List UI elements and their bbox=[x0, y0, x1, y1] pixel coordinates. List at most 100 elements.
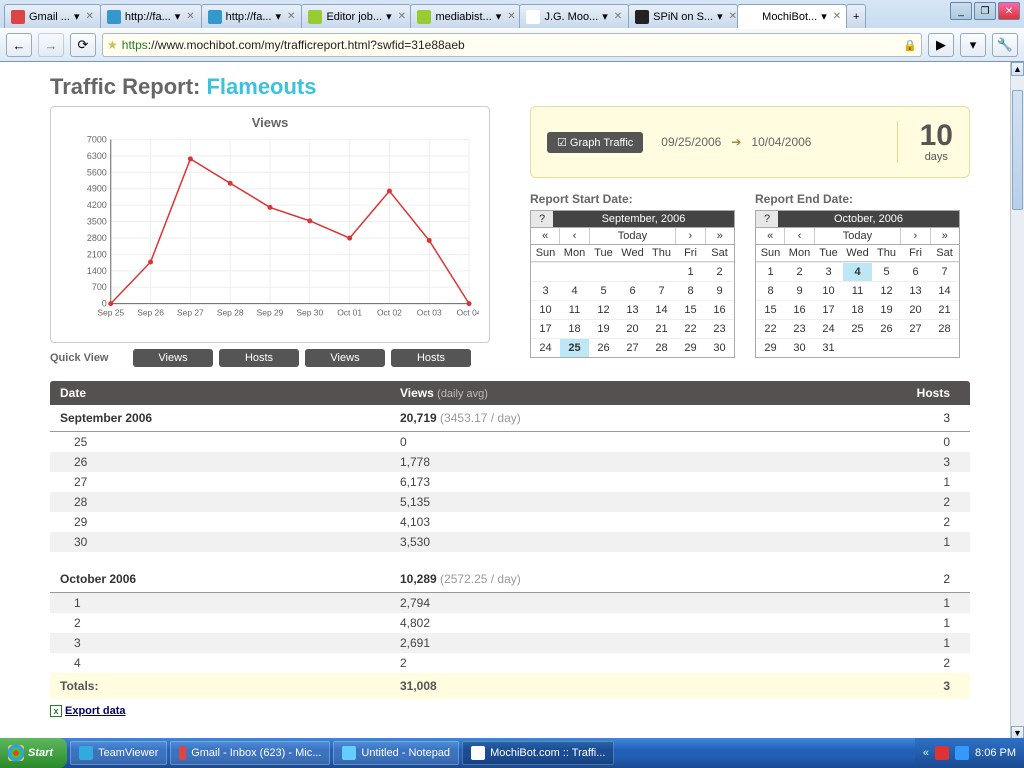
calendar-day[interactable]: 2 bbox=[705, 262, 734, 281]
calendar-day[interactable]: 6 bbox=[901, 262, 930, 281]
cal-help-button[interactable]: ? bbox=[531, 211, 553, 227]
tray-expand-icon[interactable]: « bbox=[923, 747, 929, 759]
cal-prev-month[interactable]: ‹ bbox=[559, 228, 588, 244]
browser-tab[interactable]: SPiN on S...▾✕ bbox=[628, 4, 738, 28]
calendar-end[interactable]: ?October, 2006«‹Today›»SunMonTueWedThuFr… bbox=[755, 210, 960, 358]
cal-help-button[interactable]: ? bbox=[756, 211, 778, 227]
calendar-day[interactable]: 17 bbox=[531, 319, 560, 338]
quickview-button[interactable]: Views bbox=[305, 349, 385, 367]
calendar-day[interactable]: 25 bbox=[560, 338, 589, 357]
calendar-day[interactable]: 20 bbox=[901, 300, 930, 319]
quickview-button[interactable]: Views bbox=[133, 349, 213, 367]
calendar-day[interactable]: 18 bbox=[843, 300, 872, 319]
calendar-day[interactable]: 28 bbox=[930, 319, 959, 338]
calendar-day[interactable]: 22 bbox=[676, 319, 705, 338]
calendar-day[interactable]: 28 bbox=[647, 338, 676, 357]
calendar-day[interactable]: 7 bbox=[647, 281, 676, 300]
calendar-day[interactable] bbox=[872, 338, 901, 357]
close-tab-icon[interactable]: ✕ bbox=[398, 11, 406, 22]
cal-prev-year[interactable]: « bbox=[531, 228, 559, 244]
calendar-day[interactable]: 16 bbox=[705, 300, 734, 319]
cal-today-button[interactable]: Today bbox=[814, 228, 900, 244]
cal-today-button[interactable]: Today bbox=[589, 228, 675, 244]
calendar-day[interactable] bbox=[589, 262, 618, 281]
calendar-day[interactable]: 26 bbox=[872, 319, 901, 338]
taskbar-item[interactable]: Gmail - Inbox (623) - Mic... bbox=[170, 741, 330, 765]
scroll-thumb[interactable] bbox=[1012, 90, 1023, 210]
page-menu-button[interactable]: ▾ bbox=[960, 33, 986, 57]
close-tab-icon[interactable]: ✕ bbox=[614, 11, 622, 22]
calendar-day[interactable]: 23 bbox=[785, 319, 814, 338]
calendar-day[interactable]: 9 bbox=[785, 281, 814, 300]
cal-next-month[interactable]: › bbox=[900, 228, 929, 244]
taskbar-item[interactable]: MochiBot.com :: Traffi... bbox=[462, 741, 614, 765]
calendar-day[interactable]: 4 bbox=[843, 262, 872, 281]
browser-tab[interactable]: Editor job...▾✕ bbox=[301, 4, 411, 28]
calendar-day[interactable]: 14 bbox=[930, 281, 959, 300]
calendar-day[interactable]: 15 bbox=[676, 300, 705, 319]
close-tab-icon[interactable]: ✕ bbox=[729, 11, 737, 22]
calendar-day[interactable]: 2 bbox=[785, 262, 814, 281]
calendar-day[interactable]: 31 bbox=[814, 338, 843, 357]
calendar-day[interactable] bbox=[901, 338, 930, 357]
calendar-day[interactable]: 19 bbox=[589, 319, 618, 338]
calendar-day[interactable]: 10 bbox=[531, 300, 560, 319]
close-tab-icon[interactable]: ✕ bbox=[85, 11, 93, 22]
cal-prev-year[interactable]: « bbox=[756, 228, 784, 244]
calendar-day[interactable]: 30 bbox=[705, 338, 734, 357]
calendar-day[interactable]: 3 bbox=[814, 262, 843, 281]
calendar-day[interactable]: 27 bbox=[618, 338, 647, 357]
cal-next-year[interactable]: » bbox=[705, 228, 734, 244]
calendar-day[interactable]: 12 bbox=[872, 281, 901, 300]
calendar-day[interactable]: 26 bbox=[589, 338, 618, 357]
calendar-day[interactable]: 8 bbox=[756, 281, 785, 300]
taskbar-item[interactable]: TeamViewer bbox=[70, 741, 167, 765]
forward-button[interactable]: → bbox=[38, 33, 64, 57]
calendar-day[interactable]: 5 bbox=[872, 262, 901, 281]
go-button[interactable]: ▶ bbox=[928, 33, 954, 57]
close-tab-icon[interactable]: ✕ bbox=[287, 11, 295, 22]
new-tab-button[interactable]: + bbox=[846, 4, 866, 28]
calendar-day[interactable]: 21 bbox=[930, 300, 959, 319]
calendar-day[interactable]: 29 bbox=[676, 338, 705, 357]
calendar-day[interactable]: 13 bbox=[618, 300, 647, 319]
close-tab-icon[interactable]: ✕ bbox=[186, 11, 194, 22]
calendar-day[interactable]: 14 bbox=[647, 300, 676, 319]
tools-button[interactable]: 🔧 bbox=[992, 33, 1018, 57]
export-data-link[interactable]: Export data bbox=[65, 705, 126, 717]
window-maximize-button[interactable]: ❐ bbox=[974, 2, 996, 20]
calendar-day[interactable]: 19 bbox=[872, 300, 901, 319]
start-button[interactable]: Start bbox=[0, 738, 67, 768]
browser-tab[interactable]: http://fa...▾✕ bbox=[201, 4, 303, 28]
calendar-day[interactable]: 5 bbox=[589, 281, 618, 300]
reload-button[interactable]: ⟳ bbox=[70, 33, 96, 57]
tray-icon[interactable] bbox=[935, 746, 949, 760]
graph-traffic-button[interactable]: ☑ Graph Traffic bbox=[547, 132, 643, 153]
calendar-day[interactable]: 9 bbox=[705, 281, 734, 300]
close-tab-icon[interactable]: ✕ bbox=[507, 11, 515, 22]
calendar-day[interactable]: 1 bbox=[676, 262, 705, 281]
tray-icon[interactable] bbox=[955, 746, 969, 760]
calendar-day[interactable]: 12 bbox=[589, 300, 618, 319]
close-tab-icon[interactable]: ✕ bbox=[833, 11, 841, 22]
calendar-day[interactable]: 3 bbox=[531, 281, 560, 300]
calendar-day[interactable]: 8 bbox=[676, 281, 705, 300]
calendar-day[interactable]: 27 bbox=[901, 319, 930, 338]
calendar-day[interactable]: 15 bbox=[756, 300, 785, 319]
calendar-start[interactable]: ?September, 2006«‹Today›»SunMonTueWedThu… bbox=[530, 210, 735, 358]
vertical-scrollbar[interactable]: ▲ ▼ bbox=[1010, 62, 1024, 740]
calendar-day[interactable]: 25 bbox=[843, 319, 872, 338]
calendar-day[interactable]: 21 bbox=[647, 319, 676, 338]
browser-tab[interactable]: J.G. Moo...▾✕ bbox=[519, 4, 629, 28]
calendar-day[interactable]: 11 bbox=[843, 281, 872, 300]
calendar-day[interactable]: 13 bbox=[901, 281, 930, 300]
calendar-day[interactable]: 10 bbox=[814, 281, 843, 300]
calendar-day[interactable]: 23 bbox=[705, 319, 734, 338]
window-close-button[interactable]: ✕ bbox=[998, 2, 1020, 20]
calendar-day[interactable] bbox=[531, 262, 560, 281]
calendar-day[interactable]: 30 bbox=[785, 338, 814, 357]
calendar-day[interactable]: 18 bbox=[560, 319, 589, 338]
calendar-day[interactable]: 22 bbox=[756, 319, 785, 338]
calendar-day[interactable]: 20 bbox=[618, 319, 647, 338]
browser-tab[interactable]: MochiBot...▾✕ bbox=[737, 4, 847, 28]
